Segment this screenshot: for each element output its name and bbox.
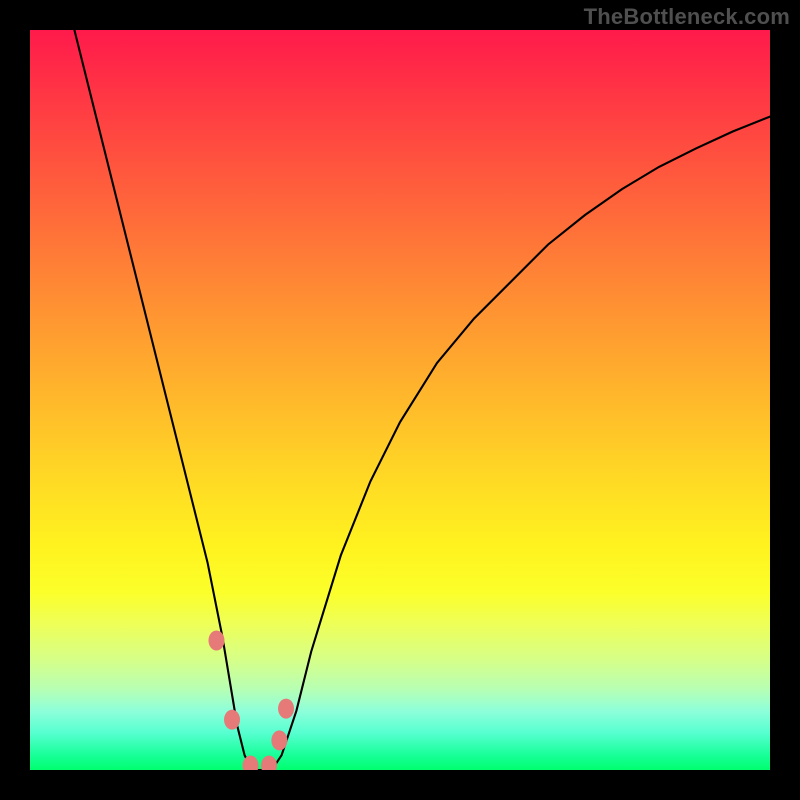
marker-dot <box>278 699 294 719</box>
chart-svg <box>30 30 770 770</box>
curve-markers <box>208 631 294 771</box>
watermark-text: TheBottleneck.com <box>584 4 790 30</box>
marker-dot <box>224 710 240 730</box>
chart-frame: TheBottleneck.com <box>0 0 800 800</box>
marker-dot <box>261 756 277 770</box>
marker-dot <box>208 631 224 651</box>
plot-area <box>30 30 770 770</box>
bottleneck-curve <box>74 30 770 770</box>
marker-dot <box>271 730 287 750</box>
